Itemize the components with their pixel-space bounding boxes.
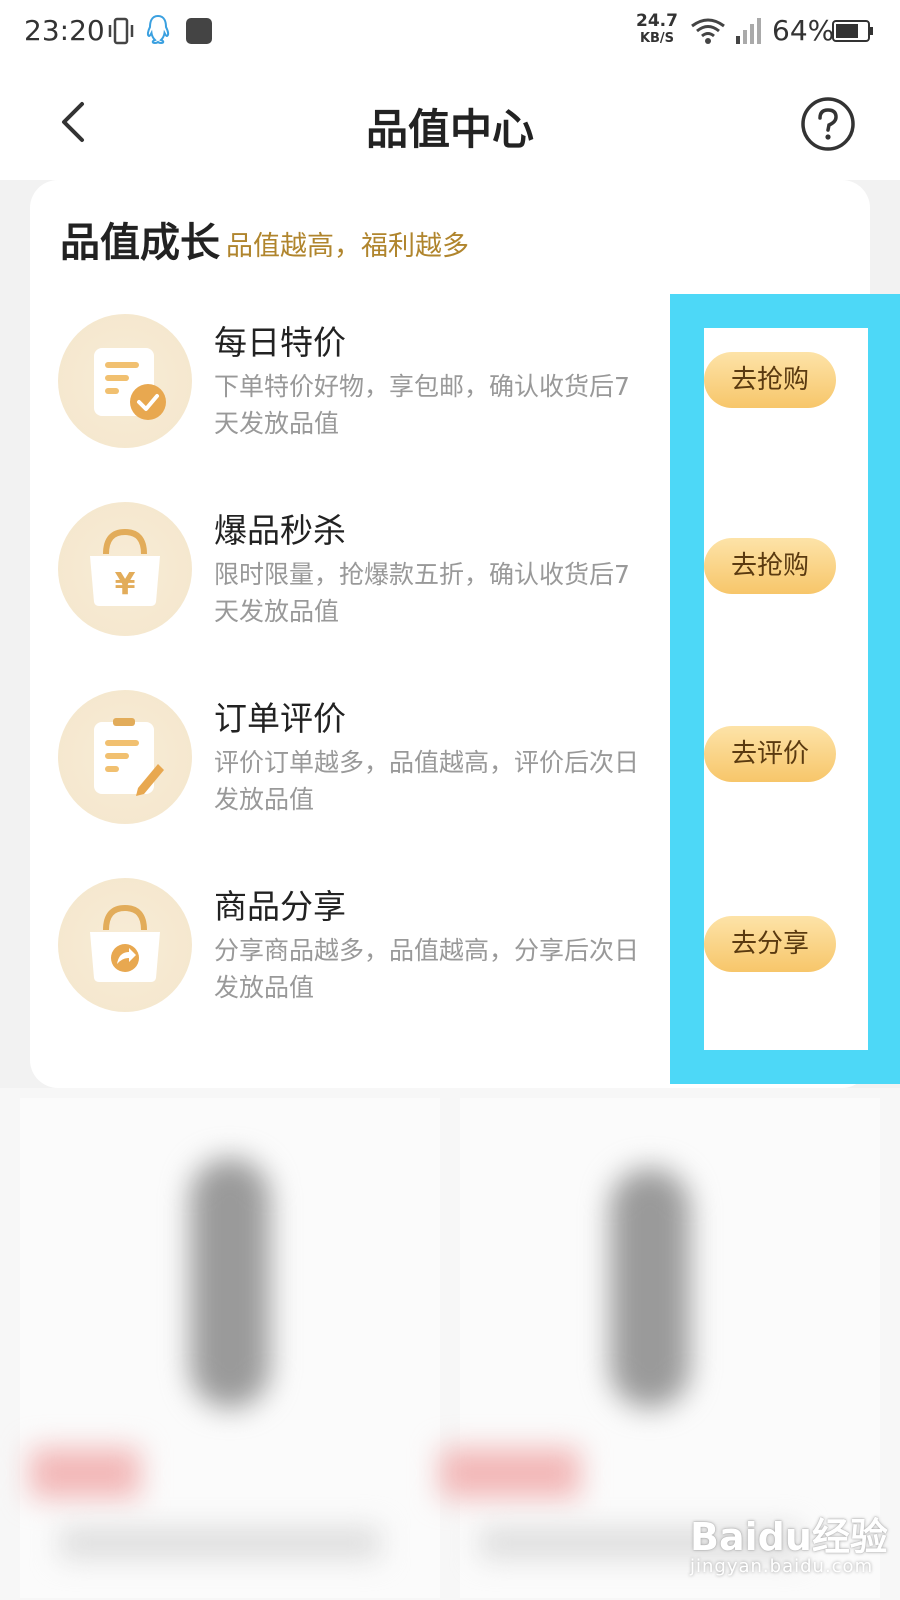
help-icon[interactable] — [800, 96, 856, 152]
battery-icon — [832, 20, 873, 42]
qq-icon — [146, 14, 170, 45]
battery-percent: 64% — [772, 14, 835, 47]
task-name: 每日特价 — [214, 323, 346, 362]
wifi-icon — [691, 18, 725, 44]
network-speed-unit: KB/S — [639, 31, 675, 46]
signal-icon — [736, 18, 761, 44]
blurred-image — [190, 1158, 270, 1408]
watermark-url: jingyan.baidu.com — [690, 1556, 874, 1577]
task-name: 爆品秒杀 — [214, 511, 346, 550]
task-description: 评价订单越多，品值越高，评价后次日发放品值 — [214, 748, 640, 814]
network-speed: 24.7 KB/S — [632, 12, 682, 48]
clipboard-pen-icon — [58, 690, 192, 824]
page-title: 品值中心 — [365, 105, 534, 154]
task-description: 下单特价好物，享包邮，确认收货后7天发放品值 — [214, 372, 630, 438]
status-bar: 23:20 24.7 KB/S 64% — [0, 0, 900, 66]
shopping-bag-share-icon — [58, 878, 192, 1012]
vibrate-icon — [108, 17, 134, 45]
huawei-appgallery-icon — [186, 18, 212, 44]
card-title: 品值成长 — [60, 220, 220, 266]
task-description: 分享商品越多，品值越高，分享后次日发放品值 — [214, 936, 640, 1002]
watermark-logo: Baidu经验 — [690, 1515, 888, 1559]
blurred-price-tag — [440, 1448, 580, 1498]
highlight-box — [670, 294, 900, 1084]
nav-bar: 品值中心 — [0, 66, 900, 180]
blurred-image — [610, 1168, 690, 1408]
document-check-icon — [58, 314, 192, 448]
task-name: 商品分享 — [214, 887, 346, 926]
network-speed-value: 24.7 — [636, 11, 678, 31]
task-description: 限时限量，抢爆款五折，确认收货后7天发放品值 — [214, 560, 630, 626]
task-name: 订单评价 — [214, 699, 346, 738]
blurred-price-tag — [30, 1448, 140, 1498]
status-time: 23:20 — [24, 14, 105, 47]
card-subtitle: 品值越高，福利越多 — [226, 231, 469, 262]
blurred-text — [60, 1528, 380, 1558]
baidu-jingyan-watermark: Baidu经验 jingyan.baidu.com — [690, 1506, 890, 1586]
svg-text:¥: ¥ — [115, 567, 136, 602]
shopping-bag-yen-icon: ¥ — [58, 502, 192, 636]
